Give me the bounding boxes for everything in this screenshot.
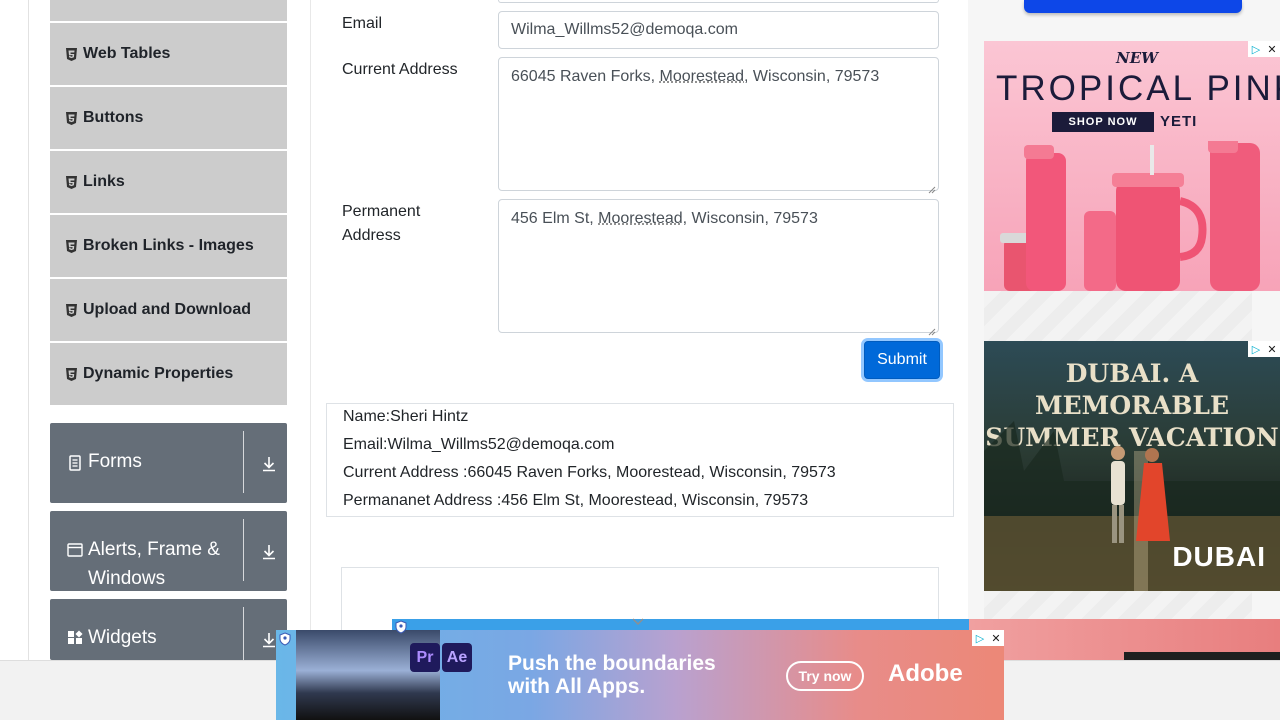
- ad-adobe-try-button[interactable]: Try now: [786, 661, 864, 691]
- sidebar-item-label: Dynamic Properties: [83, 365, 234, 382]
- sidebar-item-dynamic-properties[interactable]: Dynamic Properties: [50, 343, 287, 406]
- close-icon[interactable]: ✕: [1264, 41, 1280, 57]
- shield-icon: [278, 632, 292, 646]
- tumblers-image: [1000, 141, 1260, 291]
- sidebar-item-prev[interactable]: [50, 0, 287, 22]
- html5-icon: [66, 111, 77, 125]
- current-address-label: Current Address: [342, 61, 458, 78]
- sidebar-item-label: Links: [83, 173, 125, 190]
- group-widgets[interactable]: Widgets: [50, 599, 287, 660]
- widgets-icon: [67, 630, 83, 646]
- ad-adobe-headline: Push the boundaries with All Apps.: [508, 652, 716, 698]
- group-forms-label: Forms: [88, 451, 142, 472]
- download-icon[interactable]: [260, 543, 278, 561]
- sidebar-item-web-tables[interactable]: Web Tables: [50, 23, 287, 86]
- group-forms[interactable]: Forms: [50, 423, 287, 503]
- shield-icon: [394, 620, 408, 634]
- after-effects-icon: Ae: [442, 643, 472, 672]
- sidebar-item-buttons[interactable]: Buttons: [50, 87, 287, 150]
- sidebar-item-label: Broken Links - Images: [83, 237, 254, 254]
- html5-icon: [66, 47, 77, 61]
- ad-yeti-new: NEW: [1116, 49, 1158, 67]
- sidebar-item-upload-download[interactable]: Upload and Download: [50, 279, 287, 342]
- group-divider: [243, 607, 244, 660]
- adobe-logo: Adobe: [888, 660, 963, 687]
- main-divider: [310, 0, 311, 660]
- ad-yeti-title: TROPICAL PINK: [996, 69, 1280, 108]
- output-name: Name:Sheri Hintz: [343, 408, 469, 425]
- ad-adobe[interactable]: Pr Ae Push the boundaries with All Apps. …: [276, 630, 1004, 720]
- ad-yeti[interactable]: NEW TROPICAL PINK SHOP NOW YETI ▷ ✕: [984, 41, 1280, 291]
- email-label: Email: [342, 15, 383, 32]
- permanent-address-textarea[interactable]: 456 Elm St, Moorestead, Wisconsin, 79573: [498, 199, 939, 336]
- group-alerts-label: Alerts, Frame & Windows: [88, 539, 220, 589]
- adchoices-icon[interactable]: ▷: [1248, 41, 1264, 57]
- form-icon: [67, 455, 83, 471]
- ad-background: [984, 290, 1252, 342]
- adchoices[interactable]: ▷ ✕: [1248, 41, 1280, 57]
- adchoices[interactable]: ▷ ✕: [1248, 341, 1280, 357]
- output-email: Email:Wilma_Willms52@demoqa.com: [343, 436, 615, 453]
- sidebar-item-label: Web Tables: [83, 45, 171, 62]
- html5-icon: [66, 239, 77, 253]
- html5-icon: [66, 175, 77, 189]
- group-divider: [243, 431, 244, 493]
- sidebar-item-links[interactable]: Links: [50, 151, 287, 214]
- ad-dubai-logo: DUBAI: [1172, 541, 1266, 572]
- window-icon: [67, 542, 83, 558]
- ad-yeti-shop-button[interactable]: SHOP NOW: [1052, 112, 1154, 132]
- premiere-pro-icon: Pr: [410, 643, 440, 672]
- close-icon[interactable]: ✕: [1264, 341, 1280, 357]
- group-divider: [243, 519, 244, 581]
- ad-dubai[interactable]: DUBAI. A MEMORABLE SUMMER VACATION DUBAI …: [984, 341, 1280, 591]
- permanent-address-label: Permanent Address: [342, 203, 421, 244]
- full-name-input[interactable]: [498, 0, 939, 3]
- ad-strip-right-dark: [1124, 652, 1280, 660]
- group-widgets-label: Widgets: [88, 627, 157, 648]
- current-address-textarea[interactable]: 66045 Raven Forks, Moorestead, Wisconsin…: [498, 57, 939, 194]
- sidebar-item-label: Buttons: [83, 109, 144, 126]
- ad-button-partial[interactable]: [1024, 0, 1242, 13]
- adchoices-icon[interactable]: ▷: [972, 630, 988, 646]
- sidebar-item-broken-links[interactable]: Broken Links - Images: [50, 215, 287, 278]
- email-input[interactable]: Wilma_Willms52@demoqa.com: [498, 11, 939, 49]
- left-divider: [28, 0, 29, 660]
- download-icon[interactable]: [260, 455, 278, 473]
- resize-grip-icon[interactable]: [928, 180, 936, 194]
- resize-grip-icon[interactable]: [928, 322, 936, 336]
- close-icon[interactable]: ✕: [988, 630, 1004, 646]
- output-permanent-address: Permananet Address :456 Elm St, Mooreste…: [343, 492, 809, 509]
- adchoices-icon[interactable]: ▷: [1248, 341, 1264, 357]
- adchoices[interactable]: ▷ ✕: [972, 630, 1004, 646]
- collapse-chevron-icon[interactable]: [630, 614, 646, 626]
- submit-button[interactable]: Submit: [864, 341, 940, 379]
- group-alerts-frame-windows[interactable]: Alerts, Frame & Windows: [50, 511, 287, 591]
- ad-yeti-brand: YETI: [1160, 113, 1198, 130]
- output-current-address: Current Address :66045 Raven Forks, Moor…: [343, 464, 836, 481]
- html5-icon: [66, 303, 77, 317]
- sidebar-item-label: Upload and Download: [83, 301, 251, 318]
- page: Web Tables Buttons Links Broken Links - …: [0, 0, 1280, 720]
- output-box: Name:Sheri Hintz Email:Wilma_Willms52@de…: [326, 403, 954, 517]
- html5-icon: [66, 367, 77, 381]
